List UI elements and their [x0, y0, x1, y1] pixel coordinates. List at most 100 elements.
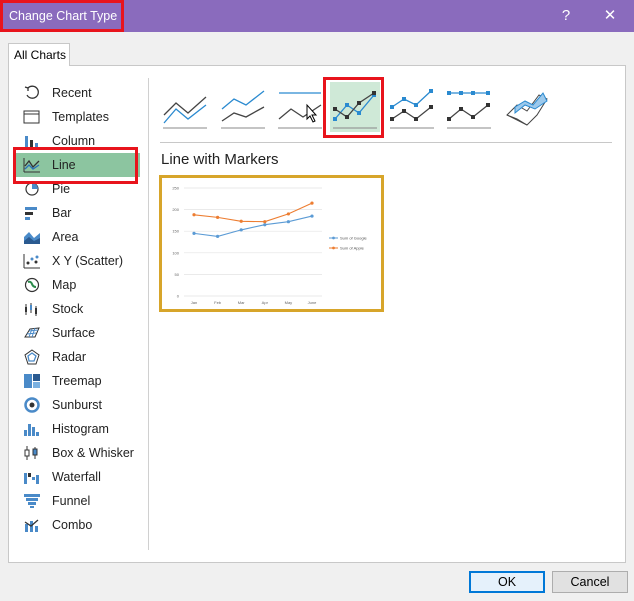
sidebar-item-area[interactable]: Area — [16, 225, 140, 249]
treemap-chart-icon — [22, 372, 42, 390]
data-point — [286, 220, 290, 224]
data-point — [310, 214, 314, 218]
sidebar-item-stock[interactable]: Stock — [16, 297, 140, 321]
sidebar-item-label: Map — [52, 278, 77, 292]
line-highlight-box — [13, 147, 138, 184]
sidebar-item-x-y-scatter[interactable]: X Y (Scatter) — [16, 249, 140, 273]
data-point — [310, 201, 314, 205]
preview-chart: 250 200 150 100 50 0 Jan Feb Mar Apr May June Sum of… — [172, 186, 367, 306]
y-tick-label: 200 — [172, 207, 179, 212]
x-tick-label: May — [285, 300, 293, 305]
sidebar-item-label: Area — [52, 230, 79, 244]
sunburst-chart-icon — [22, 396, 42, 414]
sidebar-item-label: Surface — [52, 326, 96, 340]
legend-marker — [332, 246, 335, 250]
chart-preview[interactable]: 250 200 150 100 50 0 Jan Feb Mar Apr May June Sum of… — [159, 175, 384, 312]
sidebar-item-label: Templates — [52, 110, 109, 124]
y-tick-label: 100 — [172, 250, 179, 255]
sidebar-item-label: Radar — [52, 350, 87, 364]
sidebar-item-label: Combo — [52, 518, 93, 532]
stacked-line-with-markers-icon[interactable] — [387, 82, 437, 132]
x-tick-label: Jan — [191, 300, 197, 305]
sidebar-item-label: Treemap — [52, 374, 102, 388]
sidebar-item-label: Funnel — [52, 494, 91, 508]
sidebar-item-map[interactable]: Map — [16, 273, 140, 297]
data-point — [239, 219, 243, 223]
sidebar-item-combo[interactable]: Combo — [16, 513, 140, 537]
sidebar-item-label: Pie — [52, 182, 71, 196]
sidebar-item-sunburst[interactable]: Sunburst — [16, 393, 140, 417]
y-tick-label: 50 — [175, 272, 180, 277]
x-tick-label: Mar — [238, 300, 246, 305]
stock-chart-icon — [22, 300, 42, 318]
y-tick-label: 0 — [177, 294, 180, 299]
bar-chart-icon — [22, 204, 42, 222]
sidebar-item-templates[interactable]: Templates — [16, 105, 140, 129]
ok-button[interactable]: OK — [469, 571, 545, 593]
cancel-button[interactable]: Cancel — [552, 571, 628, 593]
sidebar-item-label: Recent — [52, 86, 92, 100]
legend-marker — [332, 236, 335, 240]
radar-chart-icon — [22, 348, 42, 366]
sidebar-item-surface[interactable]: Surface — [16, 321, 140, 345]
recent-icon — [22, 84, 42, 102]
surface-chart-icon — [22, 324, 42, 342]
y-tick-label: 150 — [172, 229, 179, 234]
sidebar-item-bar[interactable]: Bar — [16, 201, 140, 225]
data-point — [192, 213, 196, 217]
help-button[interactable]: ? — [556, 6, 576, 26]
sidebar-item-label: Histogram — [52, 422, 109, 436]
sidebar-item-label: Stock — [52, 302, 84, 316]
sidebar-item-box-whisker[interactable]: Box & Whisker — [16, 441, 140, 465]
subtype-divider — [160, 142, 612, 143]
x-tick-label: Apr — [262, 300, 269, 305]
title-highlight-box — [0, 0, 124, 32]
sidebar-item-treemap[interactable]: Treemap — [16, 369, 140, 393]
waterfall-chart-icon — [22, 468, 42, 486]
sidebar-item-funnel[interactable]: Funnel — [16, 489, 140, 513]
tab-all-charts[interactable]: All Charts — [8, 43, 70, 66]
data-point — [263, 223, 267, 227]
3d-line-icon[interactable] — [501, 82, 551, 132]
sidebar-item-label: Waterfall — [52, 470, 101, 484]
line-icon[interactable] — [160, 82, 210, 132]
x-tick-label: June — [308, 300, 317, 305]
scatter-chart-icon — [22, 252, 42, 270]
map-chart-icon — [22, 276, 42, 294]
title-bar: Change Chart Type ? ✕ — [0, 0, 634, 32]
stacked-line-icon[interactable] — [218, 82, 268, 132]
sidebar-item-label: Bar — [52, 206, 72, 220]
templates-icon — [22, 108, 42, 126]
sidebar-item-radar[interactable]: Radar — [16, 345, 140, 369]
data-point — [216, 234, 220, 238]
close-button[interactable]: ✕ — [600, 6, 620, 26]
sidebar-item-label: X Y (Scatter) — [52, 254, 124, 268]
data-point — [239, 228, 243, 232]
legend-label: Sum of Google — [340, 236, 367, 241]
preview-title: Line with Markers — [161, 151, 279, 168]
combo-chart-icon — [22, 516, 42, 534]
histogram-chart-icon — [22, 420, 42, 438]
data-point — [192, 231, 196, 235]
sidebar-item-waterfall[interactable]: Waterfall — [16, 465, 140, 489]
sidebar-item-histogram[interactable]: Histogram — [16, 417, 140, 441]
x-tick-label: Feb — [214, 300, 222, 305]
box-whisker-chart-icon — [22, 444, 42, 462]
sidebar-item-recent[interactable]: Recent — [16, 81, 140, 105]
sidebar-item-label: Column — [52, 134, 96, 148]
data-point — [263, 220, 267, 224]
data-point — [286, 212, 290, 216]
100-stacked-line-with-markers-icon[interactable] — [444, 82, 494, 132]
series-line — [193, 215, 313, 237]
sidebar-item-label: Box & Whisker — [52, 446, 134, 460]
area-chart-icon — [22, 228, 42, 246]
funnel-chart-icon — [22, 492, 42, 510]
subtype-highlight-box — [323, 77, 384, 138]
100-stacked-line-icon[interactable] — [275, 82, 325, 132]
data-point — [216, 215, 220, 219]
sidebar-divider — [148, 78, 149, 550]
series-line — [193, 202, 313, 223]
y-tick-label: 250 — [172, 186, 179, 191]
sidebar-item-label: Sunburst — [52, 398, 103, 412]
legend-label: Sum of Apple — [340, 246, 365, 251]
